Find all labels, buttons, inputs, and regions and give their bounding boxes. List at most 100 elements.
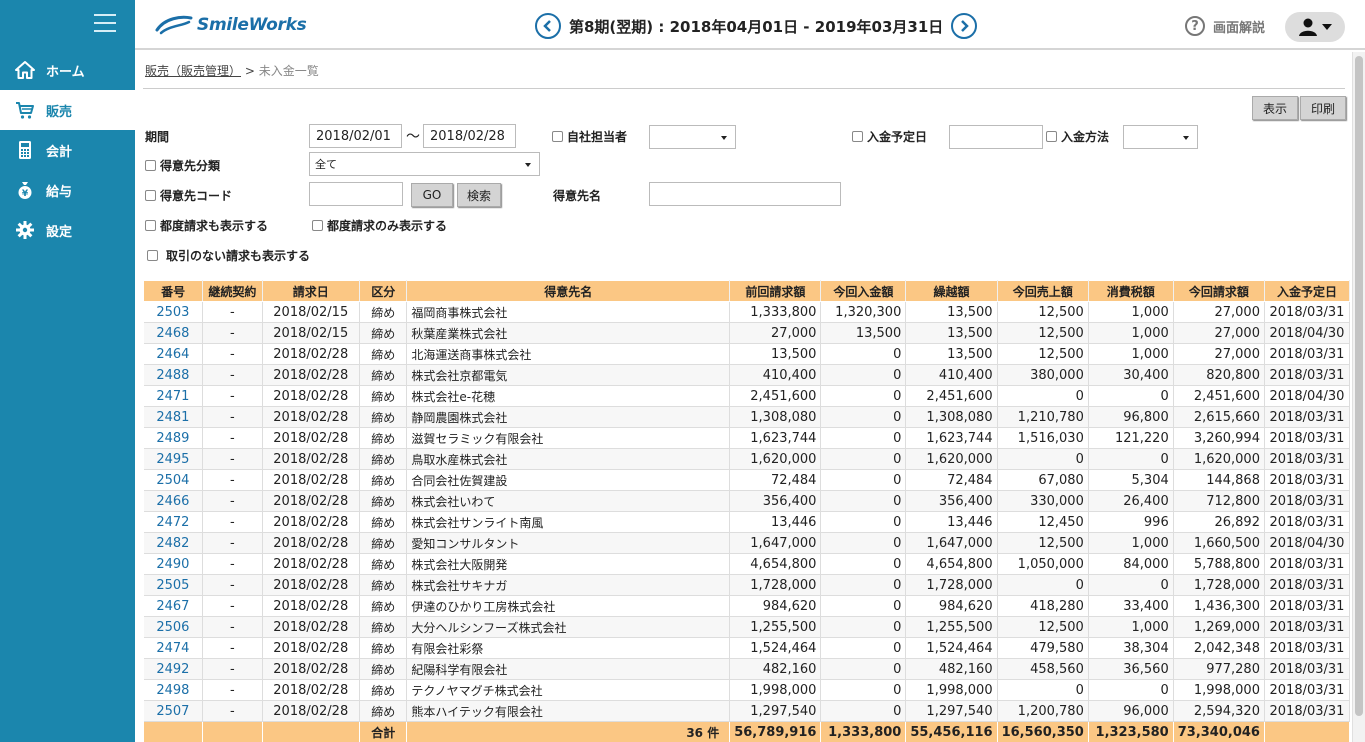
logo-text: SmileWorks	[197, 15, 307, 35]
table-row[interactable]: 2492-2018/02/28 締め 紀陽科学有限会社 482,160 0 482,160…	[143, 658, 1351, 680]
table-row[interactable]: 2504-2018/02/28 締め 合同会社佐賀建設 72,484 0 72,484 67…	[143, 469, 1351, 491]
print-button[interactable]: 印刷	[1300, 96, 1346, 120]
header-number[interactable]: 番号	[142, 280, 204, 302]
go-button[interactable]: GO	[411, 183, 453, 207]
header-due-date[interactable]: 入金予定日	[1263, 280, 1351, 302]
invoice-number-link[interactable]: 2464	[143, 343, 204, 365]
header-customer[interactable]: 得意先名	[406, 280, 731, 302]
show-no-tx-checkbox[interactable]	[147, 250, 158, 261]
due-date-checkbox[interactable]	[852, 131, 863, 142]
invoice-number-link[interactable]: 2503	[143, 301, 204, 323]
header-contract[interactable]: 継続契約	[202, 280, 263, 302]
own-staff-filter[interactable]: 自社担当者	[552, 128, 627, 145]
table-row[interactable]: 2495-2018/02/28 締め 鳥取水産株式会社 1,620,000 0 1,620…	[143, 448, 1351, 470]
table-row[interactable]: 2468-2018/02/15 締め 秋葉産業株式会社 27,000 13,500 13,…	[143, 322, 1351, 344]
scrollbar[interactable]	[1352, 52, 1365, 742]
display-button[interactable]: 表示	[1252, 96, 1298, 120]
customer-class-filter[interactable]: 得意先分類	[145, 157, 220, 174]
header-billing-date[interactable]: 請求日	[261, 280, 360, 302]
total-carryover: 55,456,116	[905, 721, 998, 742]
nav-item-accounting[interactable]: 会計	[0, 130, 135, 170]
customer-class-checkbox[interactable]	[145, 160, 156, 171]
nav-item-home[interactable]: ホーム	[0, 50, 135, 90]
nav-item-payroll[interactable]: ¥ 給与	[0, 170, 135, 210]
show-each-filter[interactable]: 都度請求も表示する	[145, 217, 268, 234]
table-row[interactable]: 2503-2018/02/15 締め 福岡商事株式会社 1,333,800 1,320,…	[143, 301, 1351, 323]
header-type[interactable]: 区分	[358, 280, 408, 302]
customer-name-input[interactable]	[649, 182, 841, 206]
customer-code-checkbox[interactable]	[145, 190, 156, 201]
payment-method-filter[interactable]: 入金方法	[1046, 128, 1109, 145]
due-date-input[interactable]	[949, 125, 1043, 149]
invoice-number-link[interactable]: 2489	[143, 427, 204, 449]
show-each-only-filter[interactable]: 都度請求のみ表示する	[312, 217, 447, 234]
header-tax[interactable]: 消費税額	[1087, 280, 1174, 302]
help-link[interactable]: ? 画面解説	[1185, 16, 1265, 36]
table-row[interactable]: 2506-2018/02/28 締め 大分ヘルシンフーズ株式会社 1,255,500 0…	[143, 616, 1351, 638]
invoice-number-link[interactable]: 2504	[143, 469, 204, 491]
customer-code-input[interactable]	[309, 182, 403, 206]
table-row[interactable]: 2482-2018/02/28 締め 愛知コンサルタント 1,647,000 0 1,64…	[143, 532, 1351, 554]
table-row[interactable]: 2472-2018/02/28 締め 株式会社サンライト南風 13,446 0 13,44…	[143, 511, 1351, 533]
carryover-cell: 13,500	[905, 301, 998, 323]
own-staff-checkbox[interactable]	[552, 131, 563, 142]
header-carryover[interactable]: 繰越額	[905, 280, 998, 302]
scrollbar-thumb[interactable]	[1355, 56, 1363, 716]
invoice-number-link[interactable]: 2507	[143, 700, 204, 722]
search-button[interactable]: 検索	[457, 183, 501, 207]
invoice-number-link[interactable]: 2492	[143, 658, 204, 680]
user-menu-button[interactable]	[1285, 12, 1345, 42]
invoice-number-link[interactable]: 2467	[143, 595, 204, 617]
due-date-filter[interactable]: 入金予定日	[852, 128, 927, 145]
payment-method-select[interactable]	[1123, 125, 1198, 149]
header-sales[interactable]: 今回売上額	[996, 280, 1089, 302]
table-row[interactable]: 2498-2018/02/28 締め テクノヤマグチ株式会社 1,998,000 0 1,…	[143, 679, 1351, 701]
invoice-number-link[interactable]: 2472	[143, 511, 204, 533]
invoice-number-link[interactable]: 2495	[143, 448, 204, 470]
table-row[interactable]: 2481-2018/02/28 締め 静岡農園株式会社 1,308,080 0 1,308…	[143, 406, 1351, 428]
customer-class-select[interactable]: 全て	[309, 152, 540, 176]
table-row[interactable]: 2471-2018/02/28 締め 株式会社e-花穂 2,451,600 0 2,451…	[143, 385, 1351, 407]
invoice-number-link[interactable]: 2471	[143, 385, 204, 407]
customer-code-filter[interactable]: 得意先コード	[145, 187, 232, 204]
table-row[interactable]: 2505-2018/02/28 締め 株式会社サキナガ 1,728,000 0 1,728…	[143, 574, 1351, 596]
table-row[interactable]: 2490-2018/02/28 締め 株式会社大阪開発 4,654,800 0 4,654…	[143, 553, 1351, 575]
invoice-number-link[interactable]: 2482	[143, 532, 204, 554]
breadcrumb-parent[interactable]: 販売（販売管理）	[145, 64, 241, 78]
received-cell: 13,500	[820, 322, 907, 344]
date-to-input[interactable]: 2018/02/28	[423, 124, 516, 148]
invoice-number-link[interactable]: 2481	[143, 406, 204, 428]
header-prev-billed[interactable]: 前回請求額	[729, 280, 822, 302]
table-row[interactable]: 2467-2018/02/28 締め 伊達のひかり工房株式会社 984,620 0 984…	[143, 595, 1351, 617]
table-row[interactable]: 2466-2018/02/28 締め 株式会社いわて 356,400 0 356,400 3…	[143, 490, 1351, 512]
nav-item-settings[interactable]: 設定	[0, 210, 135, 250]
menu-icon[interactable]	[94, 14, 116, 32]
invoice-number-link[interactable]: 2466	[143, 490, 204, 512]
own-staff-select[interactable]	[649, 125, 736, 149]
show-each-only-checkbox[interactable]	[312, 220, 323, 231]
show-no-tx-filter[interactable]: 取引のない請求も表示する	[147, 247, 310, 264]
invoice-number-link[interactable]: 2505	[143, 574, 204, 596]
invoice-number-link[interactable]: 2498	[143, 679, 204, 701]
nav-item-sales[interactable]: 販売	[0, 90, 135, 130]
invoice-number-link[interactable]: 2488	[143, 364, 204, 386]
prev-period-button[interactable]	[535, 13, 561, 39]
table-row[interactable]: 2488-2018/02/28 締め 株式会社京都電気 410,400 0 410,400…	[143, 364, 1351, 386]
show-each-checkbox[interactable]	[145, 220, 156, 231]
table-row[interactable]: 2474-2018/02/28 締め 有限会社彩祭 1,524,464 0 1,524,4…	[143, 637, 1351, 659]
logo[interactable]: SmileWorks	[155, 12, 307, 38]
billed-cell: 2,594,320	[1173, 700, 1265, 722]
invoice-number-link[interactable]: 2468	[143, 322, 204, 344]
next-period-button[interactable]	[951, 13, 978, 39]
header-billed[interactable]: 今回請求額	[1172, 280, 1265, 302]
payment-method-checkbox[interactable]	[1046, 131, 1057, 142]
invoice-number-link[interactable]: 2490	[143, 553, 204, 575]
tax-cell: 996	[1088, 511, 1174, 533]
invoice-number-link[interactable]: 2506	[143, 616, 204, 638]
header-received[interactable]: 今回入金額	[820, 280, 907, 302]
table-row[interactable]: 2507-2018/02/28 締め 熊本ハイテック有限会社 1,297,540 0 1,…	[143, 700, 1351, 722]
table-row[interactable]: 2489-2018/02/28 締め 滋賀セラミック有限会社 1,623,744 0 1,…	[143, 427, 1351, 449]
invoice-number-link[interactable]: 2474	[143, 637, 204, 659]
table-row[interactable]: 2464-2018/02/28 締め 北海運送商事株式会社 13,500 0 13,500…	[143, 343, 1351, 365]
date-from-input[interactable]: 2018/02/01	[309, 124, 402, 148]
